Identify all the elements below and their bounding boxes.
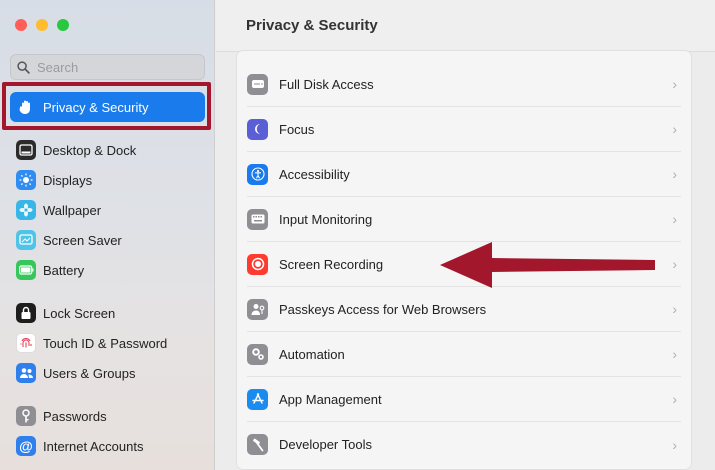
content-header: Privacy & Security xyxy=(216,0,715,52)
chevron-right-icon: › xyxy=(672,346,677,362)
chevron-right-icon: › xyxy=(672,436,677,453)
row-label: Passkeys Access for Web Browsers xyxy=(279,301,487,317)
fingerprint-icon xyxy=(16,333,36,353)
sidebar-item-users-groups[interactable]: Users & Groups xyxy=(10,359,205,387)
sidebar-item-battery[interactable]: Battery xyxy=(10,256,205,284)
sidebar-item-internet-accounts[interactable]: @ Internet Accounts xyxy=(10,432,205,460)
search-field[interactable] xyxy=(10,54,205,80)
screensaver-icon xyxy=(16,230,36,250)
sidebar-item-label: Passwords xyxy=(43,408,107,424)
at-icon: @ xyxy=(16,436,36,456)
accessibility-icon xyxy=(247,163,268,185)
sidebar-item-label: Users & Groups xyxy=(43,365,136,381)
dock-icon xyxy=(16,140,36,160)
chevron-right-icon: › xyxy=(672,211,677,227)
traffic-lights xyxy=(15,19,69,31)
keyboard-icon xyxy=(247,208,268,230)
sidebar-item-label: Desktop & Dock xyxy=(43,142,137,158)
sidebar-item-desktop-dock[interactable]: Desktop & Dock xyxy=(10,136,205,164)
sidebar-item-label: Displays xyxy=(43,172,93,188)
search-input[interactable] xyxy=(35,58,199,76)
row-passkeys-access[interactable]: Passkeys Access for Web Browsers › xyxy=(247,287,681,332)
chevron-right-icon: › xyxy=(672,391,677,407)
search-icon xyxy=(17,60,30,74)
sidebar-item-wallpaper[interactable]: Wallpaper xyxy=(10,196,205,224)
row-app-management[interactable]: App Management › xyxy=(247,377,681,422)
annotation-arrow xyxy=(440,242,655,288)
row-label: Full Disk Access xyxy=(279,76,374,92)
sidebar-item-touch-id-password[interactable]: Touch ID & Password xyxy=(10,329,205,357)
sidebar-item-label: Lock Screen xyxy=(43,305,116,321)
sidebar-item-label: Battery xyxy=(43,262,85,278)
sidebar-item-label: Wallpaper xyxy=(43,202,102,218)
close-window-button[interactable] xyxy=(15,19,27,31)
record-icon xyxy=(247,253,268,275)
row-automation[interactable]: Automation › xyxy=(247,332,681,377)
row-accessibility[interactable]: Accessibility › xyxy=(247,152,681,197)
disk-icon xyxy=(247,73,268,95)
minimize-window-button[interactable] xyxy=(36,19,48,31)
sidebar-item-label: Touch ID & Password xyxy=(43,335,168,351)
sidebar: Privacy & Security Desktop & Dock Displa… xyxy=(0,0,215,470)
hammer-icon xyxy=(247,434,268,455)
sidebar-item-passwords[interactable]: Passwords xyxy=(10,402,205,430)
sidebar-item-lock-screen[interactable]: Lock Screen xyxy=(10,299,205,327)
row-label: Developer Tools xyxy=(279,437,372,452)
passkey-icon xyxy=(247,298,268,320)
key-icon xyxy=(16,406,36,426)
row-developer-tools[interactable]: Developer Tools › xyxy=(247,422,681,467)
zoom-window-button[interactable] xyxy=(57,19,69,31)
chevron-right-icon: › xyxy=(672,256,677,272)
sidebar-item-label: Screen Saver xyxy=(43,232,122,248)
row-input-monitoring[interactable]: Input Monitoring › xyxy=(247,197,681,242)
sidebar-item-label: Internet Accounts xyxy=(43,438,144,454)
sidebar-item-displays[interactable]: Displays xyxy=(10,166,205,194)
lock-icon xyxy=(16,303,36,323)
row-label: Accessibility xyxy=(279,166,350,182)
users-icon xyxy=(16,363,36,383)
row-full-disk-access[interactable]: Full Disk Access › xyxy=(247,62,681,107)
annotation-highlight-box xyxy=(2,82,211,130)
moon-icon xyxy=(247,118,268,140)
page-title: Privacy & Security xyxy=(246,17,378,34)
row-label: App Management xyxy=(279,391,382,407)
battery-icon xyxy=(16,260,36,280)
chevron-right-icon: › xyxy=(672,76,677,92)
chevron-right-icon: › xyxy=(672,121,677,137)
appstore-icon xyxy=(247,388,268,410)
sidebar-item-screen-saver[interactable]: Screen Saver xyxy=(10,226,205,254)
chevron-right-icon: › xyxy=(672,166,677,182)
row-focus[interactable]: Focus › xyxy=(247,107,681,152)
chevron-right-icon: › xyxy=(672,301,677,317)
sun-icon xyxy=(16,170,36,190)
row-label: Input Monitoring xyxy=(279,211,373,227)
row-label: Automation xyxy=(279,346,345,362)
gears-icon xyxy=(247,343,268,365)
row-label: Focus xyxy=(279,121,315,137)
flower-icon xyxy=(16,200,36,220)
